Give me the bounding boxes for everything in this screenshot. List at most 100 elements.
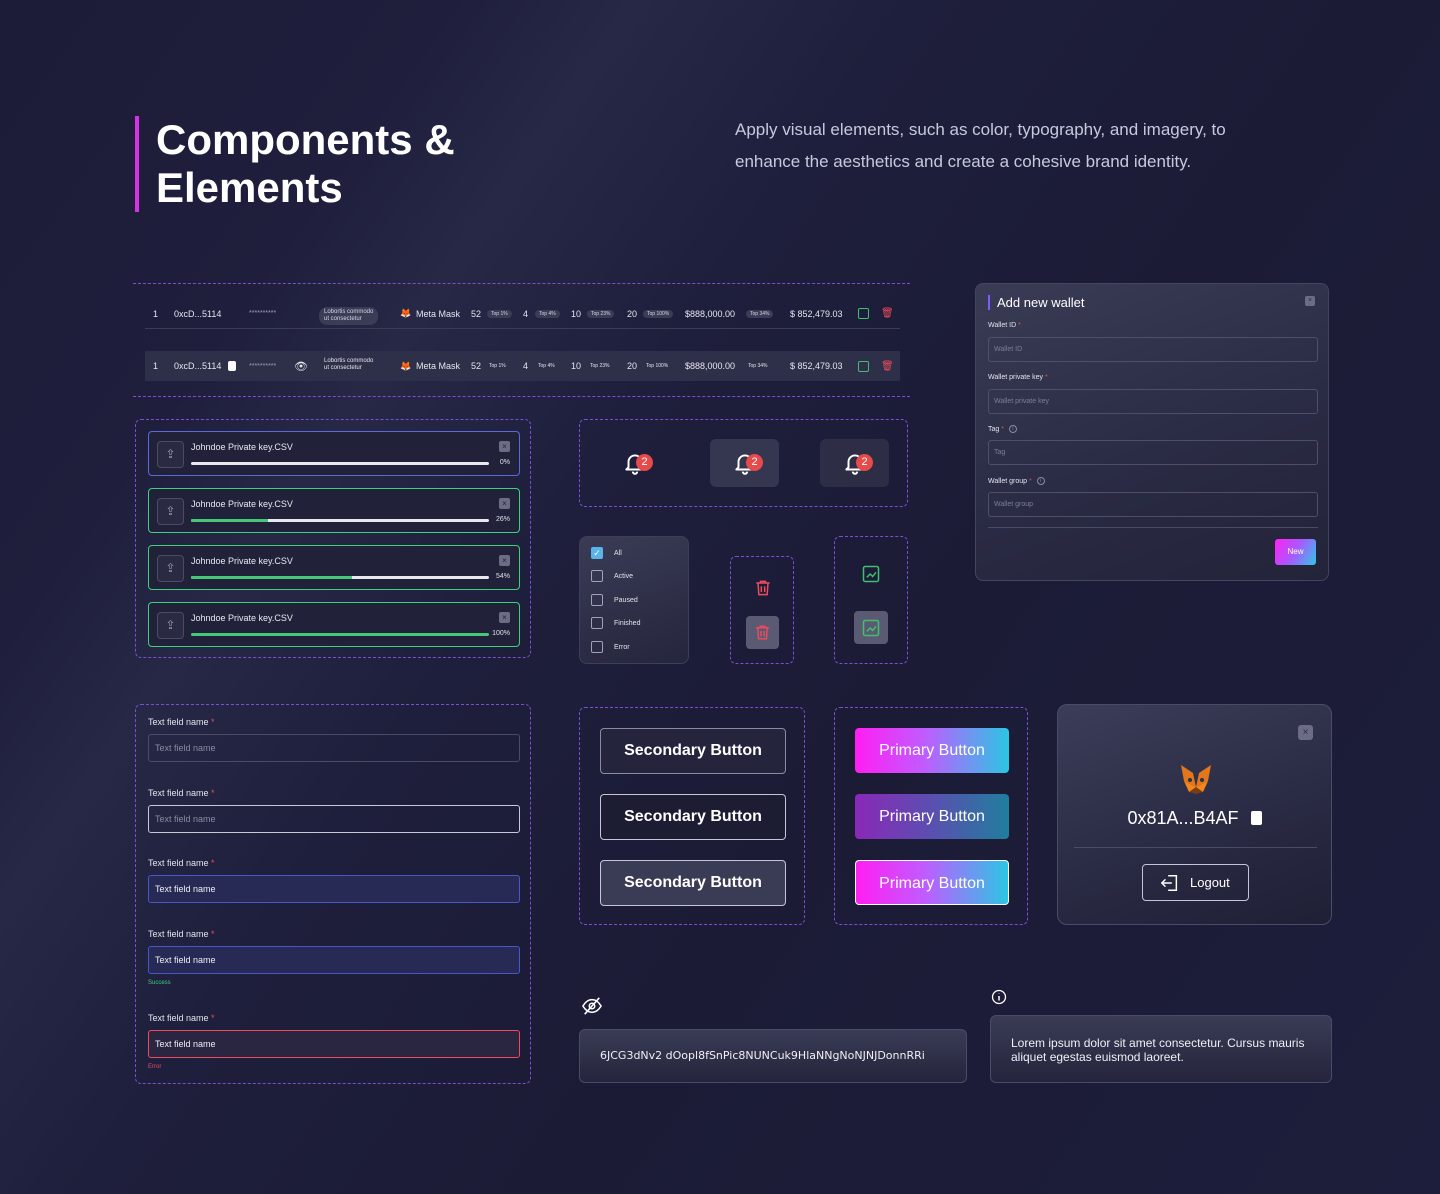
table-row[interactable]: 1 0xcD...5114 ********** 👁 Lobortis comm… <box>145 351 900 381</box>
trash-icon[interactable]: 🗑 <box>881 308 894 319</box>
wallet-group-input[interactable]: Wallet group <box>988 492 1318 517</box>
text-field-label: Text field name * <box>148 788 215 798</box>
add-wallet-modal: Add new wallet × Wallet ID * Wallet ID W… <box>975 283 1329 581</box>
row-count3: 10 <box>571 308 582 319</box>
file-upload-icon: ⇪ <box>157 612 184 639</box>
filter-option-error[interactable]: Error <box>591 641 630 653</box>
row-count1: 52 <box>471 361 482 371</box>
text-field-label: Text field name * <box>148 858 215 868</box>
chart-button-hover[interactable] <box>854 611 888 644</box>
close-icon[interactable]: × <box>499 441 510 452</box>
row-count3: 10 <box>571 361 582 371</box>
row-note: Lobortis commodo ut consectetur <box>324 358 374 371</box>
info-icon[interactable]: i <box>1036 477 1045 485</box>
chart-icon[interactable] <box>858 308 869 319</box>
divider <box>1074 847 1317 848</box>
progress-track <box>191 519 489 522</box>
wallet-card: × 0x81A...B4AF Logout <box>1057 704 1332 925</box>
row-tag5: Top 34% <box>746 309 774 318</box>
row-tag1: Top 1% <box>487 309 512 318</box>
metamask-fox-icon <box>1181 765 1211 794</box>
checkbox[interactable] <box>591 594 603 606</box>
text-field-focus[interactable]: Text field name <box>148 875 520 903</box>
progress-fill <box>191 576 352 579</box>
upload-filename: Johndoe Private key.CSV <box>191 442 293 452</box>
eye-off-icon[interactable] <box>581 996 603 1016</box>
progress-track <box>191 462 489 465</box>
text-field-default[interactable]: Text field name <box>148 734 520 762</box>
upload-list: ⇪ Johndoe Private key.CSV × 0% ⇪ Johndoe… <box>135 419 531 658</box>
row-amount: $888,000.00 <box>685 308 736 319</box>
trash-icon[interactable] <box>753 578 773 598</box>
checkbox[interactable] <box>591 617 603 629</box>
row-address: 0xcD...5114 <box>174 361 222 371</box>
chart-icon[interactable] <box>861 564 881 584</box>
secondary-button-hover[interactable]: Secondary Button <box>600 794 786 840</box>
chart-icon[interactable] <box>858 360 869 372</box>
wallet-private-key-input[interactable]: Wallet private key <box>988 389 1318 414</box>
tag-input[interactable]: Tag <box>988 440 1318 465</box>
row-tag3: Top 23% <box>590 363 610 369</box>
close-icon[interactable]: × <box>499 555 510 566</box>
page-title-line2: Elements <box>156 164 343 211</box>
upload-item: ⇪ Johndoe Private key.CSV × 54% <box>148 545 520 590</box>
wallet-id-input[interactable]: Wallet ID <box>988 337 1318 362</box>
info-icon[interactable] <box>991 989 1007 1005</box>
table-row[interactable]: 1 0xcD...5114 ********** Lobortis commod… <box>145 299 900 329</box>
file-upload-icon: ⇪ <box>157 498 184 525</box>
filter-option-active[interactable]: Active <box>591 570 633 582</box>
row-tag2: Top 4% <box>538 363 555 369</box>
page-title: Components & Elements <box>156 116 455 212</box>
copy-icon[interactable] <box>1250 811 1262 825</box>
logout-button[interactable]: Logout <box>1142 864 1249 901</box>
secondary-button-active[interactable]: Secondary Button <box>600 860 786 906</box>
close-icon[interactable]: × <box>499 498 510 509</box>
notification-badge: 2 <box>636 454 653 471</box>
filter-option-paused[interactable]: Paused <box>591 594 638 606</box>
trash-icon <box>756 625 769 640</box>
close-icon[interactable]: × <box>1298 725 1313 740</box>
row-count1: 52 <box>471 308 482 319</box>
row-secret: ********** <box>249 310 277 317</box>
notification-button[interactable]: 2 <box>820 439 889 487</box>
row-index: 1 <box>153 308 159 319</box>
tooltip: Lorem ipsum dolor sit amet consectetur. … <box>990 1015 1332 1083</box>
row-note-pill: Lobortis commodo ut consectetur <box>319 307 379 325</box>
close-icon[interactable]: × <box>499 612 510 623</box>
delete-button-hover[interactable] <box>746 616 779 649</box>
upload-percent: 26% <box>495 516 510 523</box>
primary-button[interactable]: Primary Button <box>855 728 1009 773</box>
primary-button-focus[interactable]: Primary Button <box>855 860 1009 905</box>
new-wallet-button[interactable]: New <box>1275 539 1316 565</box>
row-secret: ********** <box>249 362 277 370</box>
secondary-button-states: Secondary Button Secondary Button Second… <box>579 707 805 925</box>
notification-button[interactable]: 2 <box>710 439 779 487</box>
checkbox[interactable] <box>591 641 603 653</box>
trash-icon[interactable]: 🗑 <box>881 361 894 372</box>
delete-button-states <box>730 556 794 664</box>
row-count2: 4 <box>523 361 529 371</box>
secret-key-display: 6JCG3dNv2 dOopl8fSnPic8NUNCuk9HlaNNgNoNJ… <box>579 1029 967 1083</box>
filter-option-finished[interactable]: Finished <box>591 617 640 629</box>
notification-button[interactable]: 2 <box>600 439 669 487</box>
filter-option-all[interactable]: ✓ All <box>591 547 622 559</box>
copy-icon[interactable] <box>228 361 236 371</box>
close-icon[interactable]: × <box>1305 296 1315 306</box>
row-count4: 20 <box>627 308 638 319</box>
checkbox[interactable] <box>591 570 603 582</box>
checkbox-checked[interactable]: ✓ <box>591 547 603 559</box>
page-title-line1: Components & <box>156 116 455 163</box>
chart-button-states <box>834 536 908 664</box>
progress-track <box>191 633 489 636</box>
text-field-hover[interactable]: Text field name <box>148 805 520 833</box>
text-field-error[interactable]: Text field name <box>148 1030 520 1058</box>
secondary-button[interactable]: Secondary Button <box>600 728 786 774</box>
upload-filename: Johndoe Private key.CSV <box>191 499 293 509</box>
notification-states: 2 2 2 <box>579 419 908 507</box>
text-field-success[interactable]: Text field name <box>148 946 520 974</box>
info-icon[interactable]: i <box>1008 425 1017 433</box>
row-wallet: Meta Mask <box>416 361 461 371</box>
eye-icon[interactable]: 👁 <box>294 360 308 373</box>
divider <box>988 527 1318 528</box>
primary-button-hover[interactable]: Primary Button <box>855 794 1009 839</box>
